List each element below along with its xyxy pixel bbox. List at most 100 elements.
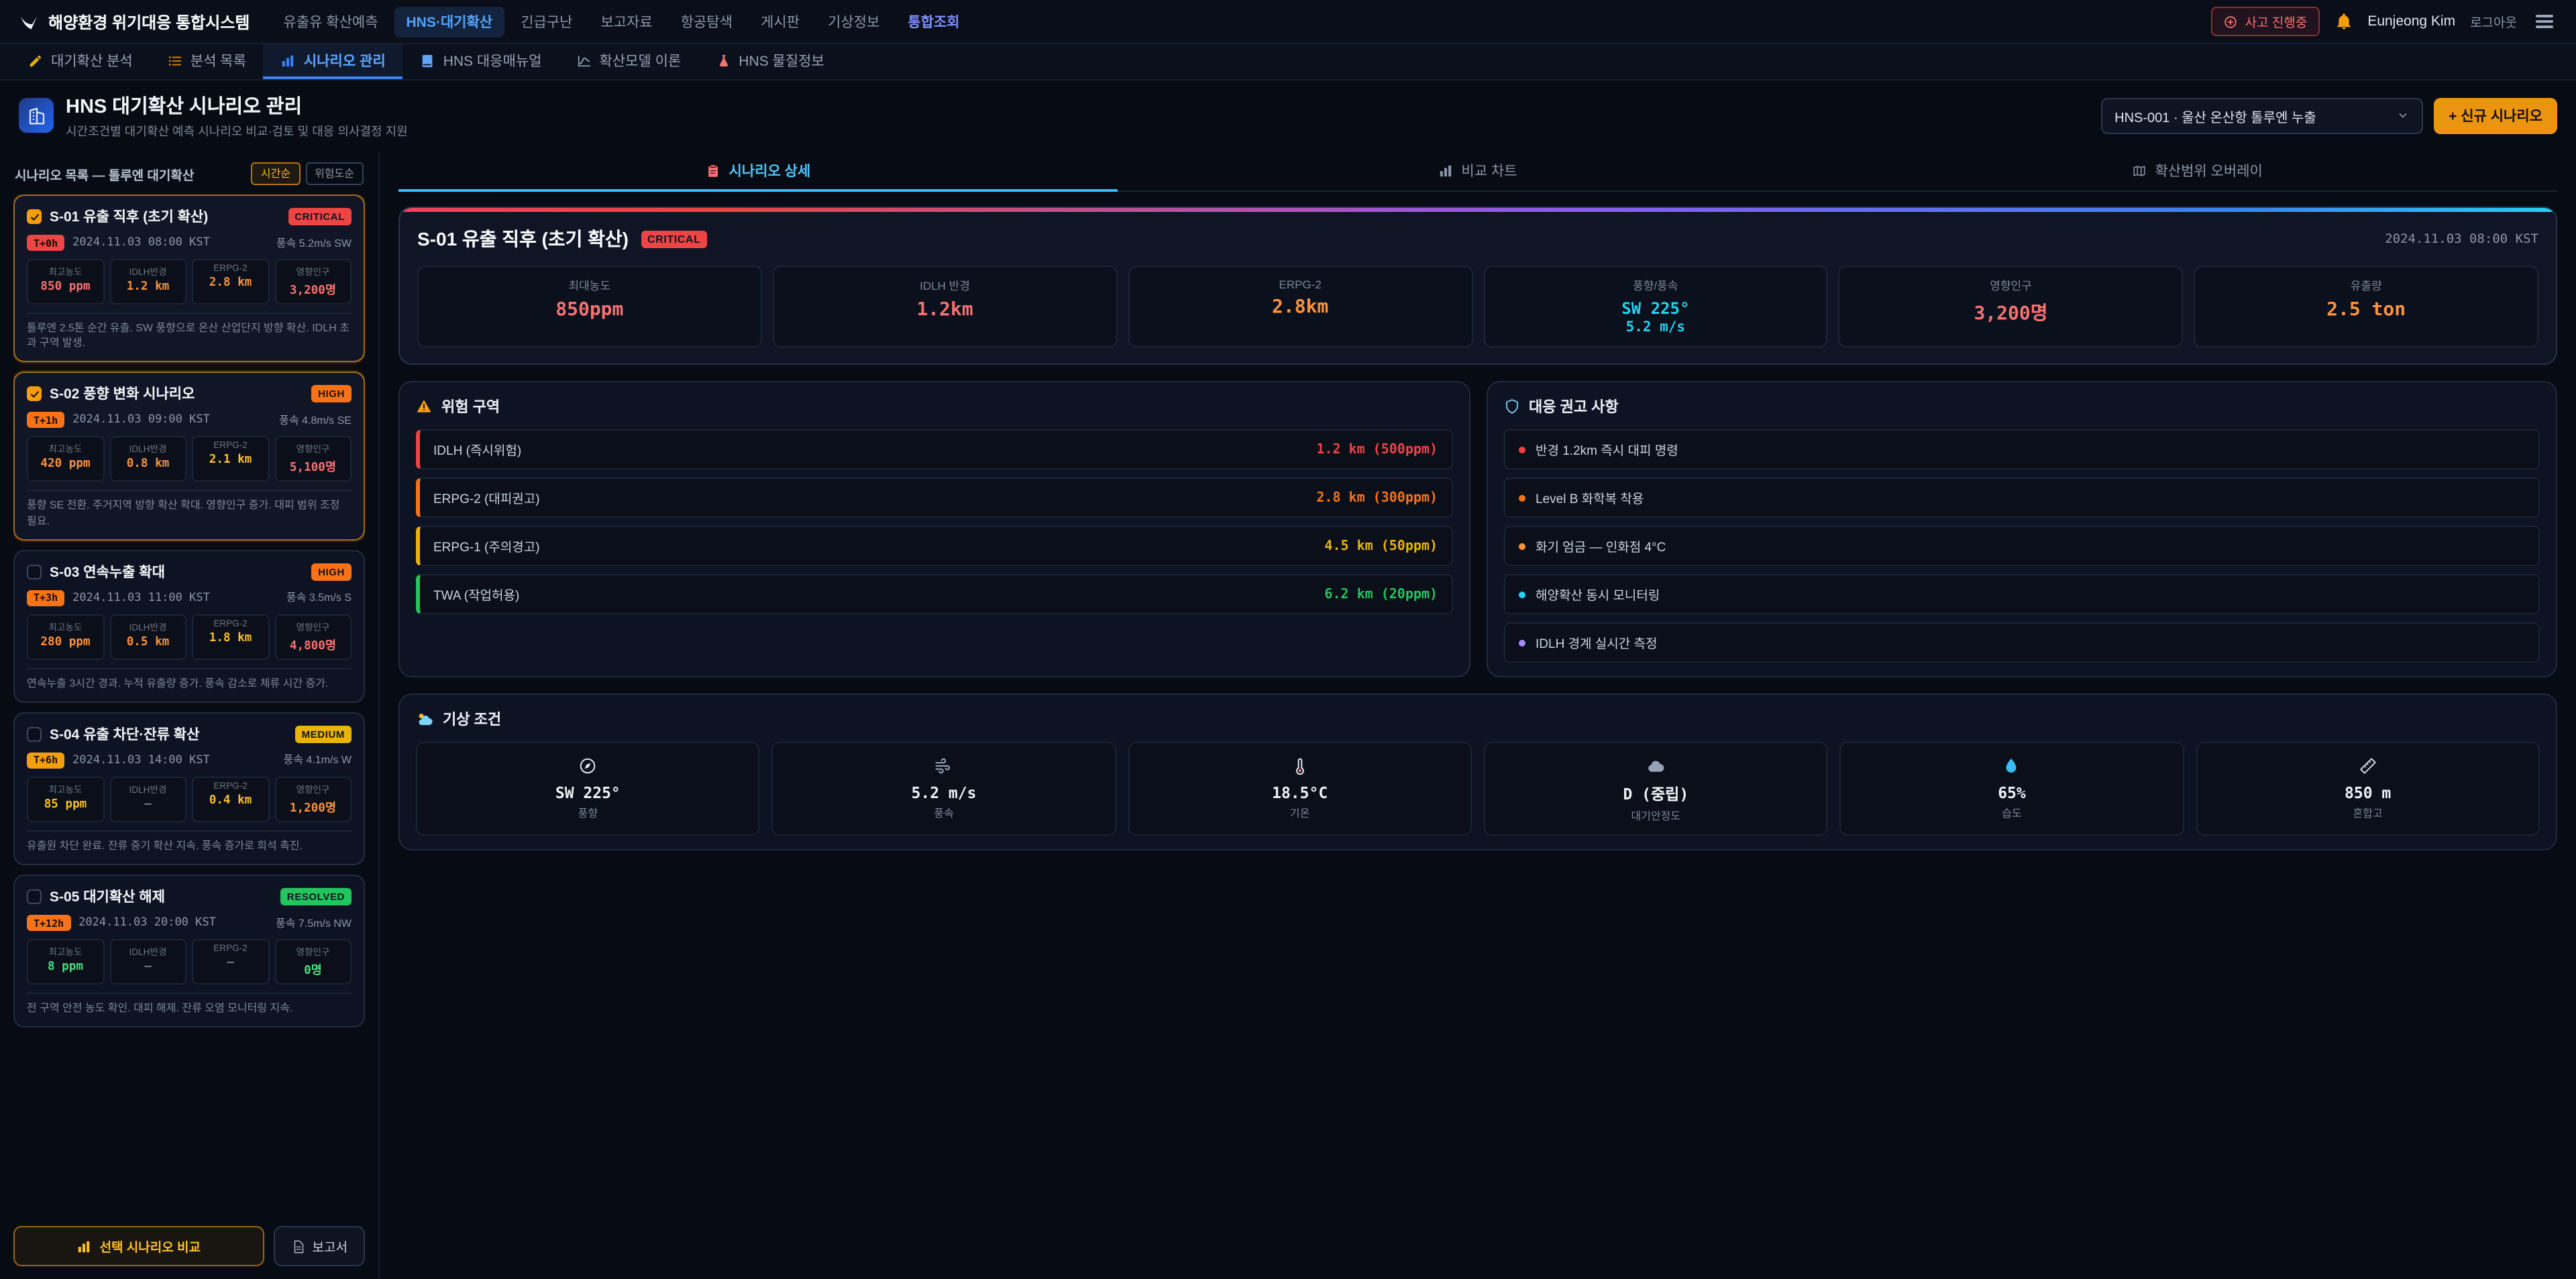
weather-stat: SW 225°풍향 [416,742,760,836]
scenario-stat-value: 2.8 km [196,276,265,290]
list-icon [168,53,182,68]
scenario-description: 톨루엔 2.5톤 순간 유출. SW 풍향으로 온산 산업단지 방향 확산. I… [27,313,352,351]
weather-stat-value: 5.2 m/s [782,783,1107,802]
time-offset-badge: T+3h [27,590,64,606]
hazard-rows: IDLH (즉시위험)1.2 km (500ppm)ERPG-2 (대피권고)2… [416,429,1452,614]
compare-scenarios-button[interactable]: 선택 시나리오 비교 [13,1226,264,1266]
subtab-hns-manual[interactable]: HNS 대응매뉴얼 [403,44,559,79]
nav-oil-spill-prediction[interactable]: 유출유 확산예측 [271,6,390,37]
scenario-stat-value: 850 ppm [31,280,100,294]
scenario-stat-label: 최고농도 [31,620,100,633]
sort-by-risk[interactable]: 위험도순 [305,162,364,185]
tab-diffusion-overlay[interactable]: 확산범위 오버레이 [1837,152,2557,192]
scenario-stat: ERPG-20.4 km [192,777,269,822]
recommendation-item: Level B 화학복 착용 [1503,478,2540,518]
weather-stat: 65%습도 [1840,742,2184,836]
logout-button[interactable]: 로그아웃 [2470,12,2517,31]
subtab-label: HNS 물질정보 [739,50,824,70]
incident-status-badge[interactable]: 사고 진행중 [2212,7,2320,36]
flask-icon [716,53,731,68]
scenario-card-header: S-04 유출 차단·잔류 확산MEDIUM [27,724,352,744]
page-title-block: HNS 대기확산 시나리오 관리 시간조건별 대기확산 예측 시나리오 비교·검… [66,91,408,140]
check-icon [29,211,40,222]
weather-stat-label: 혼합고 [2205,806,2530,821]
scenario-card-s-03[interactable]: S-03 연속누출 확대HIGHT+3h2024.11.03 11:00 KST… [13,550,365,703]
notification-bell[interactable] [2334,12,2353,31]
shield-icon [1503,398,1519,414]
menu-icon[interactable] [2532,11,2557,32]
detail-stat-label: IDLH 반경 [782,278,1108,294]
scenario-checkbox[interactable] [27,387,42,402]
time-offset-badge: T+0h [27,235,64,251]
shield-slot [1503,398,1519,414]
building-slot [26,105,46,125]
scenario-stat-value: 0.8 km [113,458,182,471]
subtab-analysis-list[interactable]: 분석 목록 [150,44,264,79]
scenario-checkbox[interactable] [27,209,42,224]
scenario-stat-value: 0.4 km [196,794,265,808]
scenario-stat-value: — [113,960,182,974]
subtab-hns-substance-info[interactable]: HNS 물질정보 [698,44,841,79]
scenario-stat: 영향인구5,100명 [274,437,352,482]
weather-stat-icon [1493,755,1819,777]
nav-bulletin-board[interactable]: 게시판 [749,6,812,37]
recommendation-rows: 반경 1.2km 즉시 대피 명령Level B 화학복 착용화기 엄금 — 인… [1503,429,2540,663]
scenario-checkbox[interactable] [27,727,42,742]
scenario-card-s-05[interactable]: S-05 대기확산 해제RESOLVEDT+12h2024.11.03 20:0… [13,875,365,1027]
bar-chart-icon [1438,164,1453,178]
weather-stat-icon [1849,755,2175,777]
nav-integrated-search[interactable]: 통합조회 [896,6,971,37]
scenario-stat: 최고농도8 ppm [27,939,104,985]
scenario-stat-label: 영향인구 [278,620,347,633]
scenario-card-s-04[interactable]: S-04 유출 차단·잔류 확산MEDIUMT+6h2024.11.03 14:… [13,712,365,865]
subtab-diffusion-analysis[interactable]: 대기확산 분석 [11,44,150,79]
warning-slot [416,398,432,414]
sort-by-time[interactable]: 시간순 [252,162,300,185]
detail-stat-value: 2.8km [1137,296,1463,318]
severity-badge: MEDIUM [295,726,352,743]
cloud-sun-icon [416,710,433,728]
tab-comparison-chart[interactable]: 비교 차트 [1118,152,1838,192]
user-name[interactable]: Eunjeong Kim [2367,13,2455,30]
scenario-card-s-01[interactable]: S-01 유출 직후 (초기 확산)CRITICALT+0h2024.11.03… [13,194,365,363]
tab-scenario-detail[interactable]: 시나리오 상세 [398,152,1118,192]
scenario-datetime: 2024.11.03 08:00 KST [72,236,210,249]
scenario-list: S-01 유출 직후 (초기 확산)CRITICALT+0h2024.11.03… [13,194,365,1214]
scenario-datetime: 2024.11.03 14:00 KST [72,754,210,767]
scenario-datetime: 2024.11.03 11:00 KST [72,592,210,605]
detail-stats: 최대농도850ppmIDLH 반경1.2kmERPG-22.8km풍향/풍속SW… [417,266,2538,347]
scenario-detail-card: S-01 유출 직후 (초기 확산) CRITICAL 2024.11.03 0… [398,207,2557,365]
scenario-stat: ERPG-22.8 km [192,259,269,304]
logo[interactable]: 해양환경 위기대응 통합시스템 [19,10,250,33]
tab-label: 시나리오 상세 [729,161,810,181]
severity-badge: CRITICAL [288,208,352,225]
scenario-description: 연속누출 3시간 경과. 누적 유출량 증가. 풍속 감소로 체류 시간 증가. [27,668,352,691]
nav-report-materials[interactable]: 보고자료 [588,6,664,37]
subtab-model-theory[interactable]: 확산모델 이론 [559,44,698,79]
compare-icon-slot [77,1239,92,1254]
scenario-datetime: 2024.11.03 09:00 KST [72,414,210,427]
sidebar-footer: 선택 시나리오 비교 보고서 [13,1214,365,1266]
scenario-stats: 최고농도8 ppmIDLH반경—ERPG-2—영향인구0명 [27,939,352,985]
report-button[interactable]: 보고서 [274,1226,365,1266]
detail-header: S-01 유출 직후 (초기 확산) CRITICAL 2024.11.03 0… [417,225,2538,252]
detail-stat-label: 유출량 [2203,278,2529,294]
scenario-time-row: T+0h2024.11.03 08:00 KST풍속 5.2m/s SW [27,235,352,251]
scenario-checkbox[interactable] [27,889,42,904]
nav-aerial-search[interactable]: 항공탐색 [669,6,745,37]
bar-chart-icon [281,53,296,68]
new-scenario-button[interactable]: + 신규 시나리오 [2434,97,2557,133]
weather-stat-label: 기온 [1137,806,1462,821]
scenario-wind: 풍속 4.1m/s W [284,753,352,768]
nav-emergency-rescue[interactable]: 긴급구난 [508,6,584,37]
subtab-scenario-management[interactable]: 시나리오 관리 [264,44,403,79]
hazard-zone-row: IDLH (즉시위험)1.2 km (500ppm) [416,429,1452,469]
nav-hns-air-diffusion[interactable]: HNS·대기확산 [394,6,505,37]
scenario-card-s-02[interactable]: S-02 풍향 변화 시나리오HIGHT+1h2024.11.03 09:00 … [13,372,365,541]
nav-weather-info[interactable]: 기상정보 [816,6,892,37]
weather-stat-value: 850 m [2205,783,2530,802]
scenario-checkbox[interactable] [27,565,42,579]
hazard-zone-row: ERPG-1 (주의경고)4.5 km (50ppm) [416,526,1452,566]
doc-icon [291,1239,306,1254]
incident-select[interactable]: HNS-001 · 울산 온산항 톨루엔 누출 [2101,97,2423,133]
